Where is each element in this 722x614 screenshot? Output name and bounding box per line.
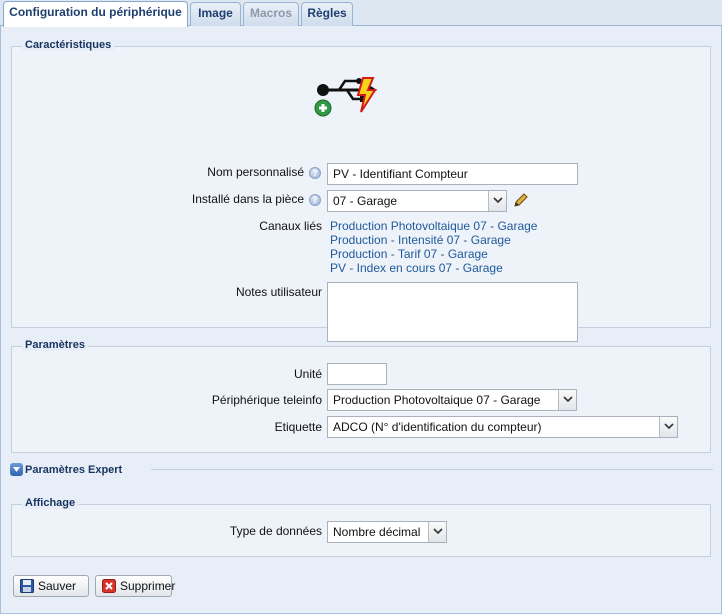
canal-link[interactable]: Production Photovoltaique 07 - Garage [330, 219, 537, 233]
parametres-expert-toggle[interactable]: Paramètres Expert [25, 464, 122, 476]
type-donnees-select[interactable]: Nombre décimal [327, 521, 447, 543]
delete-button-label: Supprimer [120, 579, 176, 593]
piece-select[interactable]: 07 - Garage [327, 190, 507, 212]
canal-link[interactable]: PV - Index en cours 07 - Garage [330, 261, 503, 275]
chevron-down-icon [558, 390, 576, 410]
caracteristiques-section: Caractéristiques Nom personnalisé ? Inst… [11, 39, 711, 342]
canal-link[interactable]: Production - Intensité 07 - Garage [330, 233, 511, 247]
pencil-edit-icon[interactable] [513, 192, 529, 208]
type-donnees-select-value: Nombre décimal [333, 525, 421, 539]
teleinfo-select-value: Production Photovoltaique 07 - Garage [333, 393, 541, 407]
nom-label: Nom personnalisé [207, 165, 304, 179]
unite-label: Unité [293, 367, 322, 381]
tab-configuration[interactable]: Configuration du périphérique [3, 1, 188, 27]
chevron-down-icon [428, 522, 446, 542]
expand-toggle-icon[interactable] [10, 463, 23, 476]
affichage-legend: Affichage [22, 497, 79, 509]
config-panel: Caractéristiques Nom personnalisé ? Inst… [0, 26, 722, 614]
caracteristiques-legend: Caractéristiques [22, 39, 115, 51]
type-donnees-label: Type de données [229, 524, 322, 538]
teleinfo-label: Périphérique teleinfo [211, 393, 322, 407]
tab-image[interactable]: Image [190, 2, 241, 26]
save-button-label: Sauver [38, 579, 77, 593]
notes-label: Notes utilisateur [235, 285, 322, 299]
parametres-legend: Paramètres [22, 339, 88, 351]
chevron-down-icon [659, 417, 677, 437]
delete-x-icon [102, 579, 116, 599]
tab-regles[interactable]: Règles [301, 2, 353, 26]
etiquette-label: Etiquette [274, 420, 322, 434]
chevron-down-icon [488, 191, 506, 211]
unite-input[interactable] [327, 363, 387, 385]
save-button[interactable]: Sauver [13, 575, 89, 597]
notes-textarea[interactable] [327, 282, 578, 342]
canal-link[interactable]: Production - Tarif 07 - Garage [330, 247, 488, 261]
canaux-label: Canaux liés [259, 219, 322, 233]
nom-input[interactable] [327, 163, 578, 185]
piece-label: Installé dans la pièce [191, 192, 304, 206]
tab-bar: Configuration du périphérique Image Macr… [0, 0, 722, 27]
tab-macros: Macros [243, 2, 299, 26]
teleinfo-select[interactable]: Production Photovoltaique 07 - Garage [327, 389, 577, 411]
piece-help-icon[interactable]: ? [309, 194, 321, 206]
etiquette-select[interactable]: ADCO (N° d'identification du compteur) [327, 416, 678, 438]
usb-plus-lightning-icon [311, 74, 381, 118]
parametres-section: Paramètres Unité Périphérique teleinfo P… [11, 339, 711, 453]
floppy-disk-icon [20, 579, 34, 599]
delete-button[interactable]: Supprimer [95, 575, 176, 599]
etiquette-select-value: ADCO (N° d'identification du compteur) [333, 420, 542, 434]
piece-select-value: 07 - Garage [333, 194, 398, 208]
nom-help-icon[interactable]: ? [309, 167, 321, 179]
expert-divider [151, 469, 713, 470]
affichage-section: Affichage Type de données Nombre décimal [11, 497, 711, 557]
